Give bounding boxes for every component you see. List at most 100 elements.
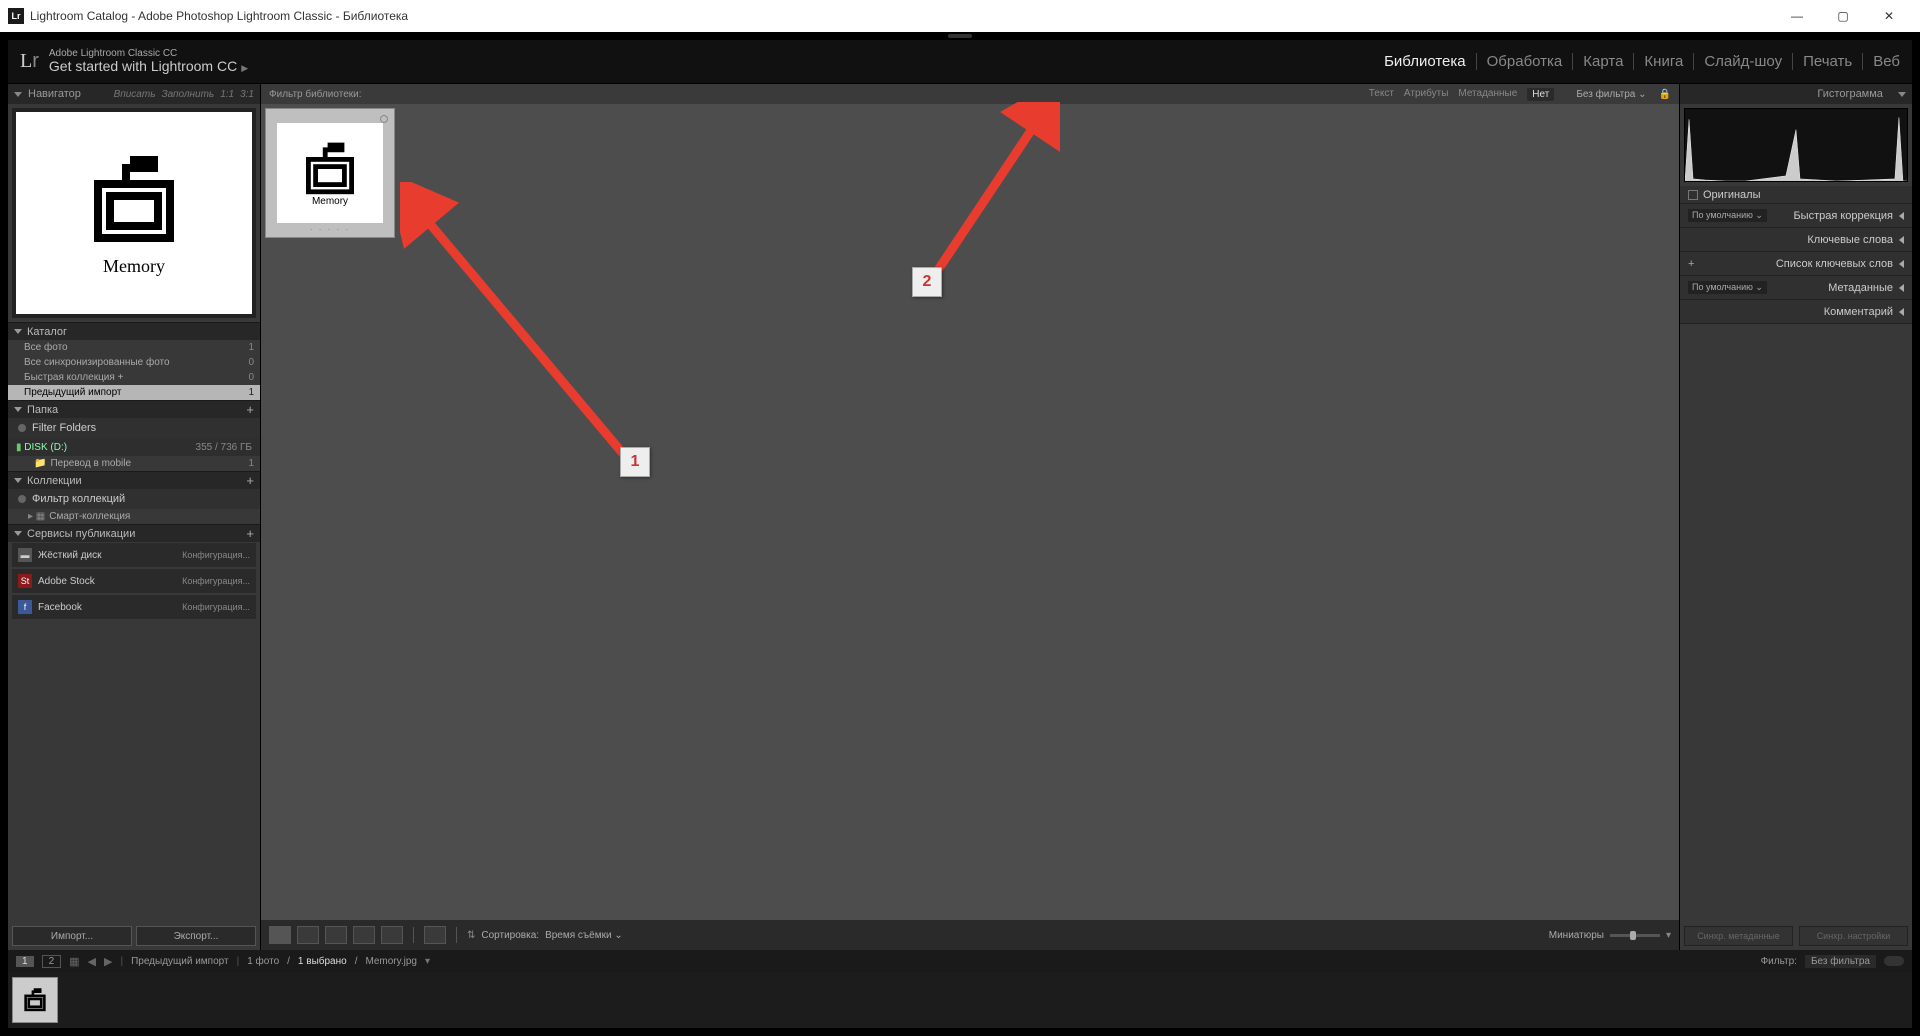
filter-attributes[interactable]: Атрибуты — [1404, 88, 1448, 101]
disk-volume[interactable]: ▮ DISK (D:)355 / 736 ГБ — [8, 438, 260, 456]
folder-filter[interactable]: Filter Folders — [8, 418, 260, 438]
thumbnail-caption: Memory — [312, 196, 348, 207]
app-icon: Lr — [8, 8, 24, 24]
histogram[interactable] — [1684, 108, 1908, 182]
minimize-button[interactable]: ― — [1774, 0, 1820, 32]
memory-folder-icon — [300, 139, 360, 194]
filter-none[interactable]: Нет — [1527, 88, 1554, 101]
disclosure-icon — [14, 92, 22, 97]
filename[interactable]: Memory.jpg — [365, 956, 417, 967]
module-book[interactable]: Книга — [1634, 53, 1694, 70]
main-display[interactable]: 1 — [16, 956, 34, 967]
top-panel-handle[interactable] — [0, 32, 1920, 40]
disclosure-icon — [1898, 92, 1906, 97]
nav-forward-icon[interactable]: ▶ — [104, 955, 112, 968]
preset-dropdown[interactable]: По умолчанию ⌄ — [1688, 209, 1767, 222]
window-titlebar: Lr Lightroom Catalog - Adobe Photoshop L… — [0, 0, 1920, 32]
publish-facebook[interactable]: fFacebookКонфигурация... — [12, 595, 256, 619]
quick-develop-header[interactable]: По умолчанию ⌄Быстрая коррекция — [1680, 204, 1912, 228]
originals-label: Оригиналы — [1703, 189, 1761, 201]
folder-item[interactable]: 📁Перевод в mobile1 — [8, 456, 260, 471]
thumbnails-label: Миниатюры — [1549, 930, 1604, 941]
add-publish-icon[interactable]: + — [246, 526, 254, 541]
originals-checkbox[interactable] — [1688, 190, 1698, 200]
nav-back-icon[interactable]: ◀ — [88, 955, 96, 968]
comments-header[interactable]: Комментарий — [1680, 300, 1912, 324]
histogram-header[interactable]: Гистограмма — [1680, 84, 1912, 104]
module-web[interactable]: Веб — [1863, 53, 1900, 70]
source-label[interactable]: Предыдущий импорт — [131, 956, 229, 967]
nav-fit[interactable]: Вписать — [114, 89, 156, 100]
sort-direction-icon[interactable]: ⇅ — [467, 930, 475, 941]
facebook-icon: f — [18, 600, 32, 614]
annotation-badge-2: 2 — [912, 267, 942, 297]
folders-header[interactable]: Папка+ — [8, 400, 260, 418]
center-area: Фильтр библиотеки: Текст Атрибуты Метада… — [260, 84, 1680, 950]
publish-header[interactable]: Сервисы публикации+ — [8, 524, 260, 542]
view-grid-icon[interactable] — [269, 926, 291, 944]
view-people-icon[interactable] — [381, 926, 403, 944]
close-button[interactable]: ✕ — [1866, 0, 1912, 32]
catalog-synced-photos[interactable]: Все синхронизированные фото0 — [8, 355, 260, 370]
navigator-preview[interactable]: Memory — [12, 108, 256, 318]
navigator-header[interactable]: Навигатор Вписать Заполнить 1:1 3:1 — [8, 84, 260, 104]
selected-count: 1 выбрано — [298, 956, 347, 967]
maximize-button[interactable]: ▢ — [1820, 0, 1866, 32]
module-print[interactable]: Печать — [1793, 53, 1863, 70]
view-survey-icon[interactable] — [353, 926, 375, 944]
painter-icon[interactable] — [424, 926, 446, 944]
keywords-header[interactable]: Ключевые слова — [1680, 228, 1912, 252]
add-folder-icon[interactable]: + — [246, 402, 254, 417]
filmstrip-thumbnail[interactable] — [12, 977, 58, 1023]
sync-metadata-button[interactable]: Синхр. метаданные — [1684, 926, 1793, 946]
collection-filter[interactable]: Фильтр коллекций — [8, 489, 260, 509]
flag-icon[interactable] — [380, 115, 388, 123]
window-title: Lightroom Catalog - Adobe Photoshop Ligh… — [30, 9, 408, 23]
import-button[interactable]: Импорт... — [12, 926, 132, 946]
filter-metadata[interactable]: Метаданные — [1458, 88, 1517, 101]
catalog-quick-collection[interactable]: Быстрая коллекция +0 — [8, 370, 260, 385]
view-compare-icon[interactable] — [325, 926, 347, 944]
thumbnail-size-slider[interactable] — [1610, 934, 1660, 937]
filename-dropdown-icon[interactable]: ▾ — [425, 956, 430, 967]
filter-text[interactable]: Текст — [1369, 88, 1394, 101]
navigator-caption: Memory — [103, 256, 165, 277]
metadata-header[interactable]: По умолчанию ⌄Метаданные — [1680, 276, 1912, 300]
filmstrip[interactable] — [8, 972, 1912, 1028]
view-loupe-icon[interactable] — [297, 926, 319, 944]
sync-settings-button[interactable]: Синхр. настройки — [1799, 926, 1908, 946]
export-button[interactable]: Экспорт... — [136, 926, 256, 946]
module-map[interactable]: Карта — [1573, 53, 1634, 70]
filmstrip-filter-preset[interactable]: Без фильтра — [1805, 955, 1876, 968]
catalog-header[interactable]: Каталог — [8, 322, 260, 340]
app-header: Lr Adobe Lightroom Classic CC Get starte… — [8, 40, 1912, 84]
identity-plate[interactable]: Adobe Lightroom Classic CC Get started w… — [49, 48, 248, 74]
smart-collection[interactable]: ▸ ▦Смарт-коллекция — [8, 509, 260, 524]
filter-preset[interactable]: Без фильтра ⌄ — [1576, 89, 1646, 100]
add-collection-icon[interactable]: + — [246, 473, 254, 488]
module-slideshow[interactable]: Слайд-шоу — [1694, 53, 1793, 70]
filter-lock-icon[interactable]: 🔒 — [1659, 89, 1671, 100]
rating-dots[interactable]: · · · · · — [310, 225, 350, 234]
grid-nav-icon[interactable]: ▦ — [69, 955, 79, 968]
grid-view[interactable]: Memory · · · · · — [261, 104, 1679, 920]
module-develop[interactable]: Обработка — [1477, 53, 1574, 70]
sort-value[interactable]: Время съёмки ⌄ — [545, 930, 623, 941]
left-panel: Навигатор Вписать Заполнить 1:1 3:1 Memo… — [8, 84, 260, 950]
module-library[interactable]: Библиотека — [1374, 53, 1477, 70]
metadata-preset-dropdown[interactable]: По умолчанию ⌄ — [1688, 281, 1767, 294]
filmstrip-switch-icon[interactable] — [1884, 956, 1904, 966]
nav-fill[interactable]: Заполнить — [161, 89, 214, 100]
collections-header[interactable]: Коллекции+ — [8, 471, 260, 489]
nav-1-1[interactable]: 1:1 — [220, 89, 234, 100]
catalog-previous-import[interactable]: Предыдущий импорт1 — [8, 385, 260, 400]
toolbar-expand-icon[interactable]: ▾ — [1666, 930, 1671, 941]
catalog-all-photos[interactable]: Все фото1 — [8, 340, 260, 355]
keyword-list-header[interactable]: +Список ключевых слов — [1680, 252, 1912, 276]
nav-3-1[interactable]: 3:1 — [240, 89, 254, 100]
publish-adobestock[interactable]: StAdobe StockКонфигурация... — [12, 569, 256, 593]
thumbnail[interactable]: Memory · · · · · — [265, 108, 395, 238]
sort-label: Сортировка: — [481, 930, 539, 941]
publish-harddisk[interactable]: ▬Жёсткий дискКонфигурация... — [12, 543, 256, 567]
second-display[interactable]: 2 — [42, 955, 62, 968]
